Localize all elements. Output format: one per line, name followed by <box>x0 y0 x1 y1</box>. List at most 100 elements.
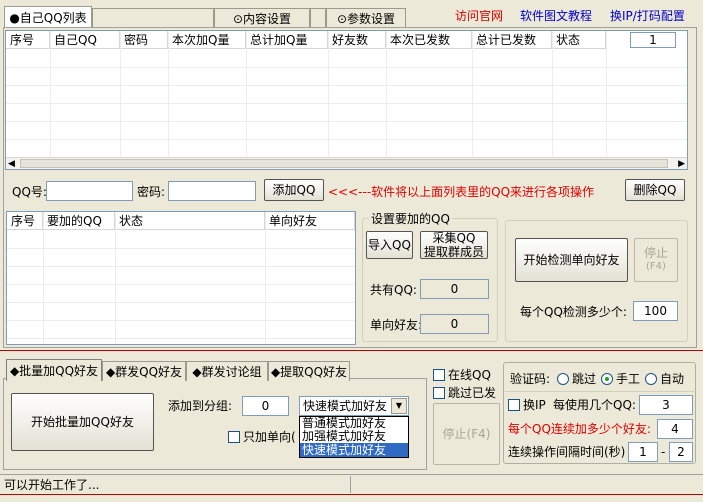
per-qq-check-label: 每个QQ检测多少个: <box>520 305 627 319</box>
total-qq-value: 0 <box>420 279 489 299</box>
captcha-skip-option[interactable]: 跳过 <box>557 372 596 386</box>
col-target-status: 状态 <box>115 212 265 230</box>
status-message: 可以开始工作了... <box>4 478 100 492</box>
per-qq-ip-input[interactable]: 3 <box>639 395 693 415</box>
stop-batch-button[interactable]: 停止(F4) <box>433 403 500 465</box>
status-bar: 可以开始工作了... <box>0 474 703 494</box>
ip-captcha-link[interactable]: 换IP/打码配置 <box>610 7 685 24</box>
tab-mass-discussion[interactable]: ◆群发讨论组 <box>186 361 268 381</box>
qq-number-label: QQ号: <box>12 185 47 199</box>
target-qq-table-header: 序号 要加的QQ 状态 单向好友 <box>7 212 355 230</box>
page-number-field[interactable]: 1 <box>630 32 676 48</box>
col-this-sent: 本次已发数 <box>386 31 472 49</box>
tab-param-settings[interactable]: ⊙参数设置 <box>326 8 406 28</box>
import-qq-button[interactable]: 导入QQ <box>366 231 413 259</box>
total-qq-label: 共有QQ: <box>370 283 417 297</box>
col-status: 状态 <box>552 31 606 49</box>
captcha-divider <box>505 391 694 392</box>
password-input[interactable] <box>168 181 256 201</box>
continuous-add-label: 每个QQ连续加多少个好友: <box>508 422 651 436</box>
collect-qq-button[interactable]: 采集QQ 提取群成员 <box>420 231 488 259</box>
own-qq-hscrollbar[interactable]: ◀ ▶ <box>6 157 687 169</box>
scroll-thumb[interactable] <box>20 159 668 168</box>
tutorial-link[interactable]: 软件图文教程 <box>520 7 592 24</box>
target-settings-title: 设置要加的QQ <box>369 212 452 226</box>
qq-number-input[interactable] <box>46 181 133 201</box>
status-divider <box>350 476 351 493</box>
captcha-auto-option[interactable]: 自动 <box>645 372 684 386</box>
add-to-group-input[interactable]: 0 <box>242 396 289 416</box>
col-friends: 好友数 <box>328 31 386 49</box>
tab-blank <box>92 8 214 28</box>
skip-sent-option[interactable]: 跳过已发 <box>433 386 496 400</box>
mode-option[interactable]: 加强模式加好友 <box>300 430 408 443</box>
mode-dropdown-list: 普通模式加好友 加强模式加好友 快速模式加好友 <box>299 416 409 458</box>
captcha-skip-radio[interactable] <box>557 373 569 385</box>
tab-batch-add[interactable]: ◆批量加QQ好友 <box>6 359 102 381</box>
own-qq-table-header: 序号 自己QQ 密码 本次加Q量 总计加Q量 好友数 本次已发数 总计已发数 状… <box>6 31 606 49</box>
stop-oneway-line1: 停止 <box>643 246 668 260</box>
col-own-qq: 自己QQ <box>50 31 120 49</box>
per-qq-ip-label: 每使用几个QQ: <box>553 398 636 412</box>
password-label: 密码: <box>137 185 166 199</box>
interval-min-input[interactable]: 1 <box>628 442 658 462</box>
delete-qq-button[interactable]: 删除QQ <box>625 179 685 201</box>
oneway-friends-value: 0 <box>420 314 489 334</box>
tab-own-qq-list[interactable]: ●自己QQ列表 <box>4 6 92 28</box>
stop-oneway-line2: (F4) <box>646 261 666 272</box>
operation-hint: <<<---软件将以上面列表里的QQ来进行各项操作 <box>328 185 595 199</box>
add-qq-button[interactable]: 添加QQ <box>264 179 324 201</box>
change-ip-label: 换IP <box>523 398 546 412</box>
interval-label: 连续操作间隔时间(秒) <box>508 445 626 459</box>
col-index: 序号 <box>6 31 50 49</box>
tab-blank-2 <box>310 8 326 28</box>
col-password: 密码 <box>120 31 168 49</box>
interval-dash: - <box>661 445 666 459</box>
col-target-index: 序号 <box>7 212 43 230</box>
visit-site-link[interactable]: 访问官网 <box>455 7 503 24</box>
col-this-added: 本次加Q量 <box>168 31 246 49</box>
captcha-skip-label: 跳过 <box>572 372 597 386</box>
col-target-qq: 要加的QQ <box>43 212 115 230</box>
mode-select[interactable]: 快速模式加好友 ▼ <box>299 396 409 416</box>
skip-sent-label: 跳过已发 <box>448 386 497 400</box>
captcha-manual-radio[interactable] <box>601 373 613 385</box>
collect-qq-line2: 提取群成员 <box>423 245 484 259</box>
oneway-only-checkbox[interactable] <box>228 431 240 443</box>
per-qq-check-input[interactable]: 100 <box>633 301 678 321</box>
panel-separator <box>0 350 703 351</box>
scroll-right-icon[interactable]: ▶ <box>678 158 685 169</box>
oneway-only-label: 只加单向( <box>243 430 296 444</box>
own-qq-table[interactable]: 序号 自己QQ 密码 本次加Q量 总计加Q量 好友数 本次已发数 总计已发数 状… <box>5 30 688 170</box>
tab-mass-message-friends[interactable]: ◆群发QQ好友 <box>102 361 186 381</box>
interval-max-input[interactable]: 2 <box>669 442 693 462</box>
mode-select-value: 快速模式加好友 <box>303 399 388 413</box>
captcha-auto-radio[interactable] <box>645 373 657 385</box>
chevron-down-icon[interactable]: ▼ <box>391 398 407 414</box>
start-oneway-check-button[interactable]: 开始检测单向好友 <box>515 238 628 282</box>
skip-sent-checkbox[interactable] <box>433 387 445 399</box>
tab-content-settings[interactable]: ⊙内容设置 <box>214 8 310 28</box>
mode-option-selected[interactable]: 快速模式加好友 <box>300 443 408 457</box>
change-ip-option[interactable]: 换IP <box>508 398 546 412</box>
col-target-oneway: 单向好友 <box>265 212 355 230</box>
col-total-added: 总计加Q量 <box>246 31 328 49</box>
online-qq-checkbox[interactable] <box>433 369 445 381</box>
target-qq-table[interactable]: 序号 要加的QQ 状态 单向好友 <box>6 211 356 345</box>
scroll-left-icon[interactable]: ◀ <box>8 158 15 169</box>
continuous-add-input[interactable]: 4 <box>657 419 693 439</box>
oneway-only-option[interactable]: 只加单向( <box>228 430 296 444</box>
online-qq-option[interactable]: 在线QQ <box>433 368 491 382</box>
change-ip-checkbox[interactable] <box>508 399 520 411</box>
tab-extract-friends[interactable]: ◆提取QQ好友 <box>268 361 350 381</box>
captcha-auto-label: 自动 <box>660 372 685 386</box>
captcha-manual-option[interactable]: 手工 <box>601 372 640 386</box>
captcha-label: 验证码: <box>510 372 551 386</box>
online-qq-label: 在线QQ <box>448 368 491 382</box>
add-to-group-label: 添加到分组: <box>168 399 233 413</box>
window-bottom-border <box>0 494 703 502</box>
oneway-friends-label: 单向好友: <box>370 318 423 332</box>
start-batch-add-button[interactable]: 开始批量加QQ好友 <box>11 393 154 451</box>
stop-oneway-check-button[interactable]: 停止 (F4) <box>634 238 678 282</box>
col-total-sent: 总计已发数 <box>472 31 552 49</box>
